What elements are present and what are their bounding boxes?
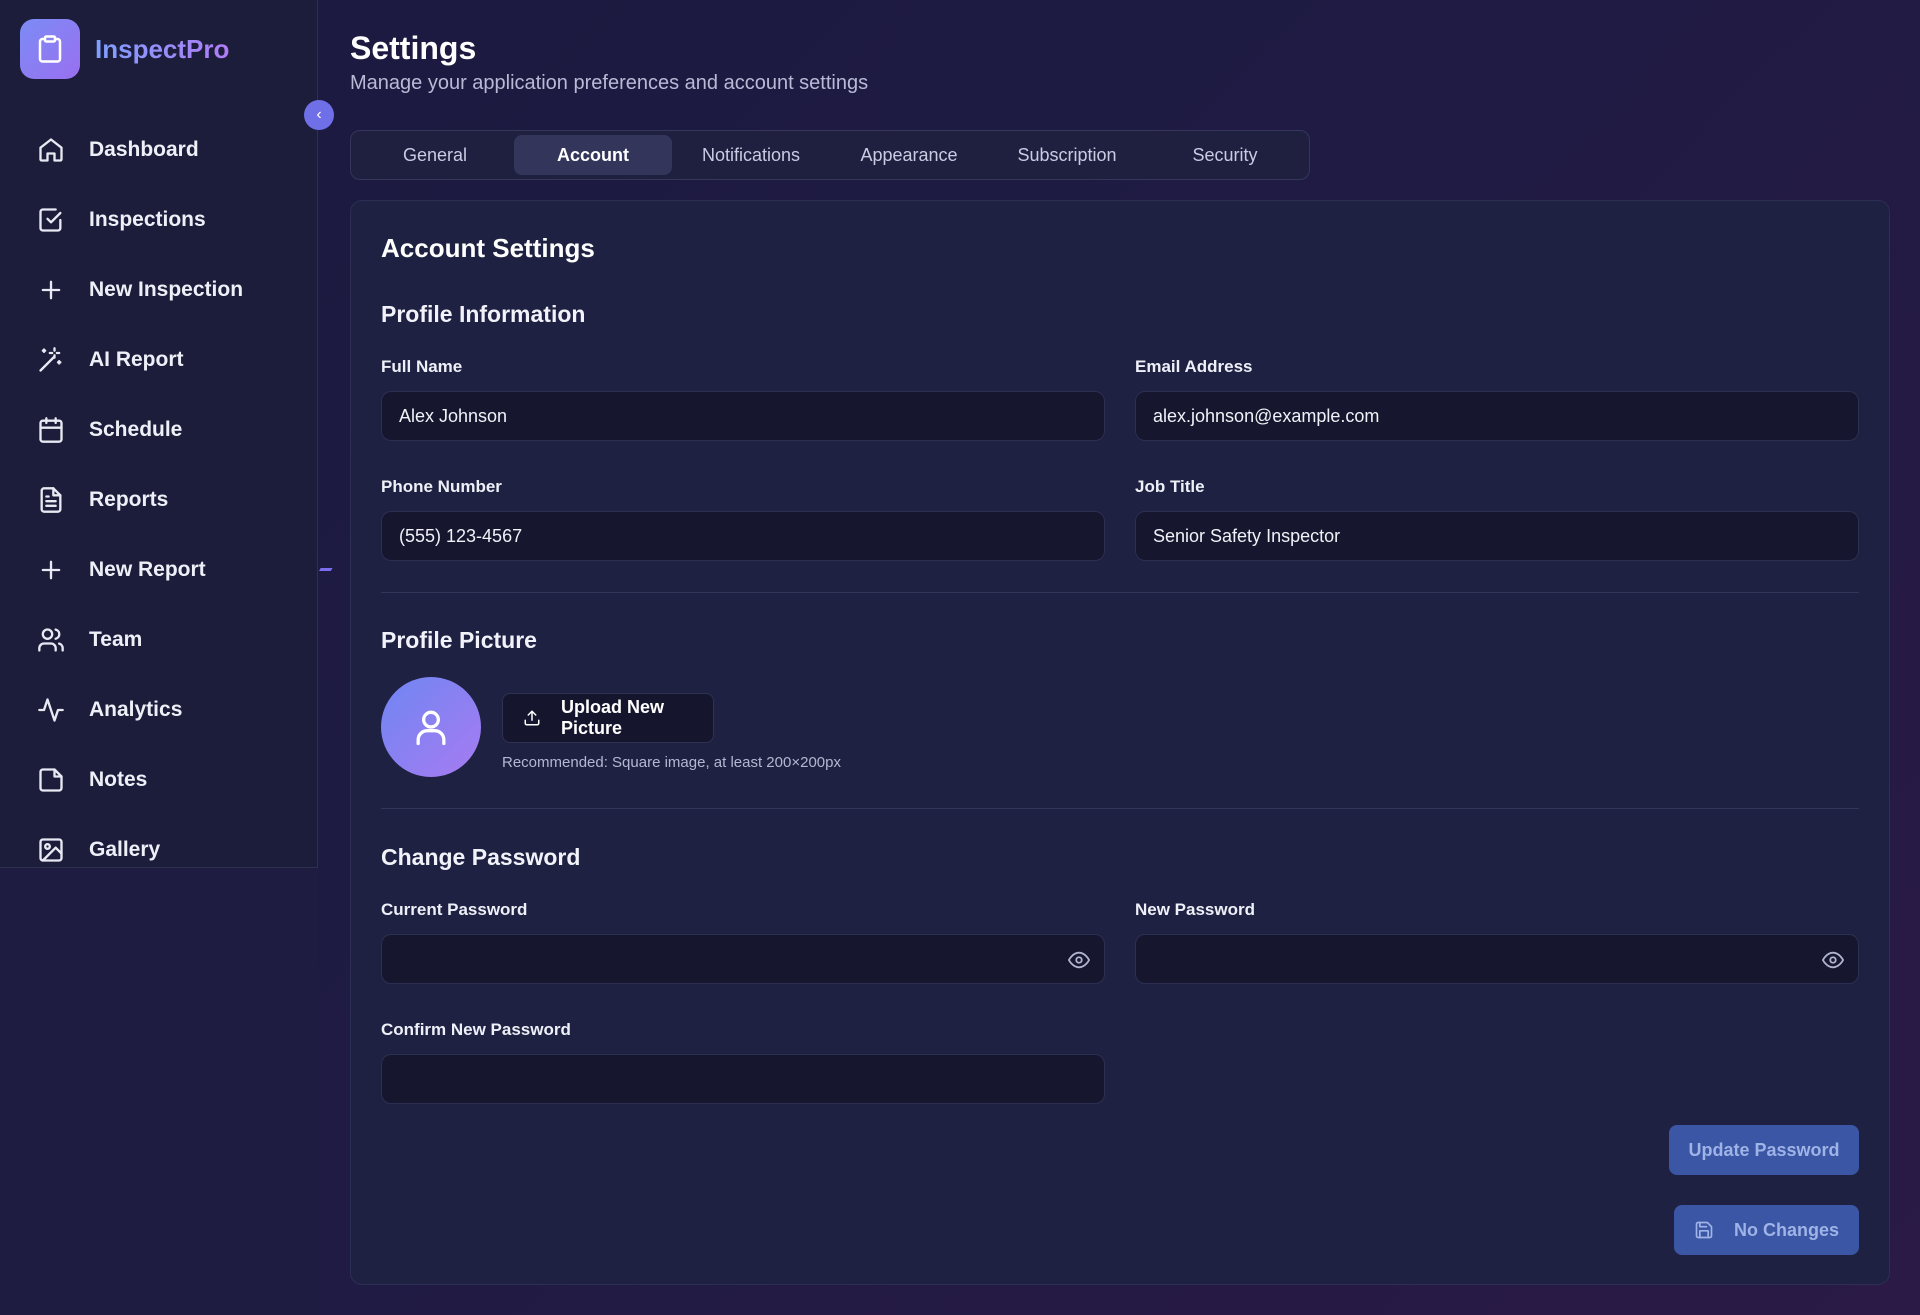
email-input[interactable]: [1151, 404, 1843, 428]
users-icon: [36, 625, 66, 655]
upload-icon: [524, 710, 540, 726]
full-name-input[interactable]: [397, 404, 1089, 428]
tab-account[interactable]: Account: [514, 135, 672, 175]
sidebar-item-label: AI Report: [89, 348, 184, 371]
sidebar: InspectPro Dashboard Inspections New Ins…: [0, 0, 318, 868]
current-password-input[interactable]: [397, 947, 1089, 971]
sidebar-item-dashboard[interactable]: Dashboard: [20, 115, 300, 185]
eye-icon[interactable]: [1821, 949, 1845, 971]
sidebar-item-label: Dashboard: [89, 138, 199, 161]
job-title-label: Job Title: [1135, 477, 1205, 496]
file-text-icon: [36, 485, 66, 515]
plus-icon: [36, 555, 66, 585]
sidebar-item-analytics[interactable]: Analytics: [20, 675, 300, 745]
sidebar-item-reports[interactable]: Reports: [20, 465, 300, 535]
brand[interactable]: InspectPro: [20, 19, 229, 79]
email-field[interactable]: [1135, 391, 1859, 441]
app-name: InspectPro: [95, 33, 230, 64]
sidebar-item-label: Reports: [89, 488, 169, 511]
user-icon: [416, 710, 446, 746]
tab-security[interactable]: Security: [1146, 135, 1304, 175]
sidebar-item-label: Gallery: [89, 838, 161, 861]
password-section-title: Change Password: [381, 844, 581, 870]
account-settings-card: Account Settings Profile Information Ful…: [350, 200, 1890, 1285]
upload-picture-button[interactable]: Upload New Picture: [502, 693, 714, 743]
plus-icon: [36, 275, 66, 305]
full-name-label: Full Name: [381, 357, 463, 376]
save-changes-button[interactable]: No Changes: [1674, 1205, 1859, 1255]
page-title: Settings: [350, 30, 477, 66]
activity-icon: [36, 695, 66, 725]
tab-subscription[interactable]: Subscription: [988, 135, 1146, 175]
new-password-label: New Password: [1135, 900, 1255, 919]
sticky-note-icon: [36, 765, 66, 795]
profile-section-title: Profile Information: [381, 301, 586, 327]
sidebar-item-label: Schedule: [89, 418, 183, 441]
sidebar-item-new-report[interactable]: New Report: [20, 535, 300, 605]
sidebar-item-notes[interactable]: Notes: [20, 745, 300, 815]
confirm-password-label: Confirm New Password: [381, 1020, 571, 1039]
full-name-field[interactable]: [381, 391, 1105, 441]
update-password-button[interactable]: Update Password: [1669, 1125, 1859, 1175]
sidebar-item-schedule[interactable]: Schedule: [20, 395, 300, 465]
home-icon: [36, 135, 66, 165]
image-icon: [36, 835, 66, 865]
avatar: [381, 677, 481, 777]
clipboard-icon: [20, 19, 80, 79]
sidebar-item-gallery[interactable]: Gallery: [20, 815, 300, 885]
current-password-field[interactable]: [381, 934, 1105, 984]
sidebar-item-team[interactable]: Team: [20, 605, 300, 675]
magic-wand-icon: [36, 345, 66, 375]
email-label: Email Address: [1135, 357, 1253, 376]
eye-icon[interactable]: [1067, 949, 1091, 971]
sidebar-item-label: Analytics: [89, 698, 183, 721]
calendar-icon: [36, 415, 66, 445]
tab-appearance[interactable]: Appearance: [830, 135, 988, 175]
sidebar-item-label: Notes: [89, 768, 148, 791]
check-square-icon: [36, 205, 66, 235]
sidebar-nav: Dashboard Inspections New Inspection AI …: [20, 115, 300, 885]
current-password-label: Current Password: [381, 900, 528, 919]
settings-tabs: General Account Notifications Appearance…: [350, 130, 1310, 180]
save-button-label: No Changes: [1733, 1219, 1839, 1240]
picture-section-title: Profile Picture: [381, 627, 537, 653]
sidebar-item-new-inspection[interactable]: New Inspection: [20, 255, 300, 325]
phone-input[interactable]: [397, 524, 1089, 548]
sidebar-lower-area: [0, 868, 318, 1315]
divider: [381, 592, 1859, 593]
new-password-field[interactable]: [1135, 934, 1859, 984]
job-title-field[interactable]: [1135, 511, 1859, 561]
new-password-input[interactable]: [1151, 947, 1843, 971]
job-title-input[interactable]: [1151, 524, 1843, 548]
card-title: Account Settings: [381, 233, 595, 263]
sidebar-item-label: Inspections: [89, 208, 206, 231]
sidebar-item-ai-report[interactable]: AI Report: [20, 325, 300, 395]
sidebar-item-label: New Inspection: [89, 278, 244, 301]
picture-hint: Recommended: Square image, at least 200×…: [502, 754, 841, 771]
phone-label: Phone Number: [381, 477, 502, 496]
page-subtitle: Manage your application preferences and …: [350, 72, 869, 94]
divider: [381, 808, 1859, 809]
sidebar-item-label: New Report: [89, 558, 206, 581]
confirm-password-input[interactable]: [397, 1067, 1089, 1091]
phone-field[interactable]: [381, 511, 1105, 561]
upload-button-label: Upload New Picture: [560, 697, 664, 738]
tab-general[interactable]: General: [356, 135, 514, 175]
save-icon: [1695, 1221, 1713, 1239]
confirm-password-field[interactable]: [381, 1054, 1105, 1104]
sidebar-item-inspections[interactable]: Inspections: [20, 185, 300, 255]
sidebar-item-label: Team: [89, 628, 143, 651]
tab-notifications[interactable]: Notifications: [672, 135, 830, 175]
collapse-sidebar-button[interactable]: ‹: [304, 100, 334, 130]
chevron-left-icon: ‹: [316, 106, 322, 123]
